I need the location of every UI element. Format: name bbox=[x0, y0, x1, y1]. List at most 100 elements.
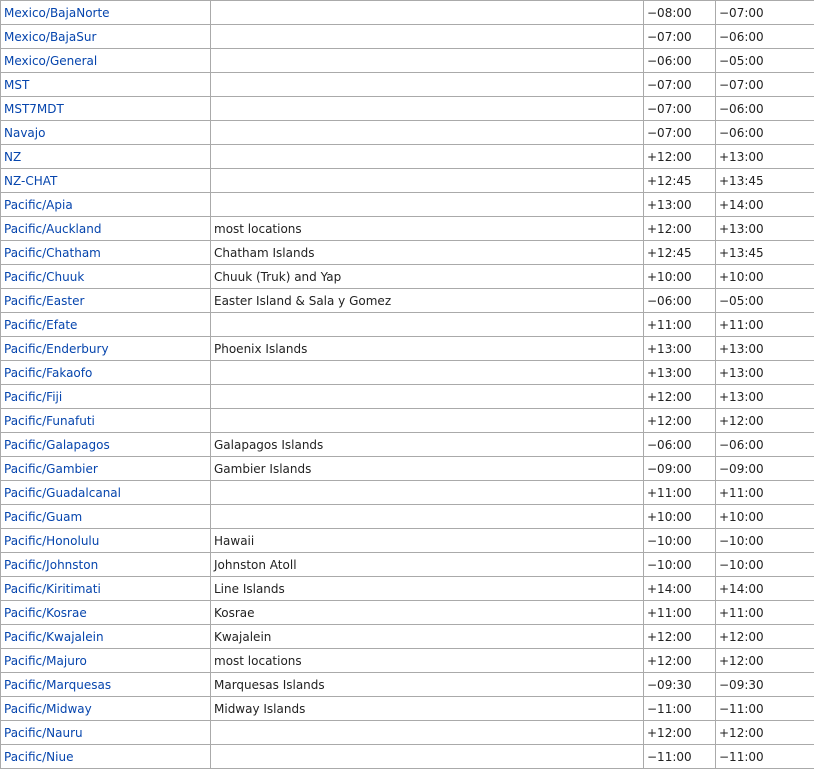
utc-offset-cell: −10:00 bbox=[643, 552, 716, 577]
tz-name-link[interactable]: Pacific/Midway bbox=[4, 702, 92, 716]
table-row: Pacific/Enderbury Phoenix Islands +13:00 +1… bbox=[0, 336, 814, 361]
tz-name-link[interactable]: MST7MDT bbox=[4, 102, 64, 116]
comment-cell: Marquesas Islands bbox=[210, 672, 644, 697]
tz-name-link[interactable]: Mexico/BajaNorte bbox=[4, 6, 110, 20]
tz-name-link[interactable]: MST bbox=[4, 78, 29, 92]
table-row: Pacific/Johnston Johnston Atoll −10:00 −10:… bbox=[0, 552, 814, 577]
tz-name-link[interactable]: Mexico/BajaSur bbox=[4, 30, 96, 44]
tz-name-cell: Pacific/Gambier bbox=[0, 456, 211, 481]
utc-offset-cell: −06:00 bbox=[643, 288, 716, 313]
tz-name-link[interactable]: Pacific/Johnston bbox=[4, 558, 98, 572]
tz-name-link[interactable]: Mexico/General bbox=[4, 54, 97, 68]
tz-name-link[interactable]: Pacific/Guam bbox=[4, 510, 82, 524]
tz-name-cell: Pacific/Galapagos bbox=[0, 432, 211, 457]
dst-offset-cell: +13:00 bbox=[715, 384, 814, 409]
dst-offset-cell: −10:00 bbox=[715, 552, 814, 577]
tz-name-link[interactable]: Pacific/Honolulu bbox=[4, 534, 99, 548]
tz-name-link[interactable]: Pacific/Efate bbox=[4, 318, 77, 332]
tz-name-link[interactable]: Pacific/Easter bbox=[4, 294, 84, 308]
comment-cell: Gambier Islands bbox=[210, 456, 644, 481]
table-row: Pacific/Kwajalein Kwajalein +12:00 +12:00 bbox=[0, 624, 814, 649]
table-row: Pacific/Chatham Chatham Islands +12:45 +13:… bbox=[0, 240, 814, 265]
tz-name-link[interactable]: Pacific/Kiritimati bbox=[4, 582, 101, 596]
comment-cell bbox=[210, 120, 644, 145]
tz-name-cell: Pacific/Marquesas bbox=[0, 672, 211, 697]
table-row: NZ-CHAT +12:45 +13:45 bbox=[0, 168, 814, 193]
table-row: Mexico/BajaNorte −08:00 −07:00 bbox=[0, 0, 814, 25]
tz-name-cell: NZ bbox=[0, 144, 211, 169]
tz-name-cell: Pacific/Nauru bbox=[0, 720, 211, 745]
comment-cell: most locations bbox=[210, 216, 644, 241]
dst-offset-cell: −07:00 bbox=[715, 72, 814, 97]
tz-name-link[interactable]: Pacific/Funafuti bbox=[4, 414, 95, 428]
table-row: Pacific/Kiritimati Line Islands +14:00 +14:… bbox=[0, 576, 814, 601]
comment-cell bbox=[210, 192, 644, 217]
tz-name-link[interactable]: Pacific/Gambier bbox=[4, 462, 98, 476]
tz-name-cell: Pacific/Kwajalein bbox=[0, 624, 211, 649]
tz-name-cell: Pacific/Chatham bbox=[0, 240, 211, 265]
dst-offset-cell: +13:45 bbox=[715, 240, 814, 265]
comment-cell bbox=[210, 744, 644, 769]
utc-offset-cell: +10:00 bbox=[643, 264, 716, 289]
tz-name-link[interactable]: Pacific/Chatham bbox=[4, 246, 101, 260]
tz-name-link[interactable]: Pacific/Niue bbox=[4, 750, 73, 764]
utc-offset-cell: +14:00 bbox=[643, 576, 716, 601]
tz-name-cell: Mexico/BajaSur bbox=[0, 24, 211, 49]
tz-name-link[interactable]: Pacific/Chuuk bbox=[4, 270, 84, 284]
tz-name-link[interactable]: NZ-CHAT bbox=[4, 174, 57, 188]
tz-name-cell: NZ-CHAT bbox=[0, 168, 211, 193]
table-row: Pacific/Majuro most locations +12:00 +12:00 bbox=[0, 648, 814, 673]
tz-name-link[interactable]: Pacific/Marquesas bbox=[4, 678, 111, 692]
utc-offset-cell: +13:00 bbox=[643, 360, 716, 385]
tz-name-link[interactable]: Pacific/Apia bbox=[4, 198, 73, 212]
table-row: Pacific/Galapagos Galapagos Islands −06:00… bbox=[0, 432, 814, 457]
table-row: Pacific/Auckland most locations +12:00 +13:… bbox=[0, 216, 814, 241]
tz-name-link[interactable]: Pacific/Kwajalein bbox=[4, 630, 104, 644]
dst-offset-cell: −11:00 bbox=[715, 744, 814, 769]
tz-name-cell: Pacific/Fakaofo bbox=[0, 360, 211, 385]
tz-name-cell: Pacific/Guadalcanal bbox=[0, 480, 211, 505]
comment-cell bbox=[210, 384, 644, 409]
table-row: NZ +12:00 +13:00 bbox=[0, 144, 814, 169]
utc-offset-cell: −08:00 bbox=[643, 0, 716, 25]
tz-name-link[interactable]: Pacific/Galapagos bbox=[4, 438, 110, 452]
tz-name-link[interactable]: Pacific/Fiji bbox=[4, 390, 62, 404]
dst-offset-cell: −06:00 bbox=[715, 96, 814, 121]
dst-offset-cell: +13:00 bbox=[715, 144, 814, 169]
tz-name-link[interactable]: Pacific/Nauru bbox=[4, 726, 83, 740]
tz-name-link[interactable]: Pacific/Fakaofo bbox=[4, 366, 92, 380]
dst-offset-cell: +13:00 bbox=[715, 360, 814, 385]
dst-offset-cell: −09:30 bbox=[715, 672, 814, 697]
dst-offset-cell: −10:00 bbox=[715, 528, 814, 553]
table-row: Pacific/Chuuk Chuuk (Truk) and Yap +10:00 +… bbox=[0, 264, 814, 289]
tz-name-link[interactable]: Pacific/Auckland bbox=[4, 222, 101, 236]
table-row: Pacific/Apia +13:00 +14:00 bbox=[0, 192, 814, 217]
utc-offset-cell: +12:00 bbox=[643, 720, 716, 745]
table-row: MST −07:00 −07:00 bbox=[0, 72, 814, 97]
table-row: Pacific/Fiji +12:00 +13:00 bbox=[0, 384, 814, 409]
utc-offset-cell: +12:00 bbox=[643, 624, 716, 649]
tz-name-link[interactable]: Pacific/Enderbury bbox=[4, 342, 109, 356]
tz-name-link[interactable]: Pacific/Guadalcanal bbox=[4, 486, 121, 500]
tz-name-link[interactable]: Pacific/Kosrae bbox=[4, 606, 87, 620]
table-row: Pacific/Guadalcanal +11:00 +11:00 bbox=[0, 480, 814, 505]
comment-cell: Kosrae bbox=[210, 600, 644, 625]
tz-name-cell: Mexico/General bbox=[0, 48, 211, 73]
comment-cell bbox=[210, 72, 644, 97]
utc-offset-cell: +13:00 bbox=[643, 192, 716, 217]
comment-cell bbox=[210, 408, 644, 433]
comment-cell bbox=[210, 144, 644, 169]
tz-name-link[interactable]: Pacific/Majuro bbox=[4, 654, 87, 668]
table-row: Pacific/Efate +11:00 +11:00 bbox=[0, 312, 814, 337]
comment-cell bbox=[210, 96, 644, 121]
table-row: Mexico/BajaSur −07:00 −06:00 bbox=[0, 24, 814, 49]
utc-offset-cell: −07:00 bbox=[643, 24, 716, 49]
utc-offset-cell: −09:30 bbox=[643, 672, 716, 697]
tz-name-link[interactable]: Navajo bbox=[4, 126, 45, 140]
tz-name-cell: Pacific/Efate bbox=[0, 312, 211, 337]
dst-offset-cell: −09:00 bbox=[715, 456, 814, 481]
tz-name-cell: Pacific/Majuro bbox=[0, 648, 211, 673]
dst-offset-cell: +14:00 bbox=[715, 192, 814, 217]
utc-offset-cell: +11:00 bbox=[643, 600, 716, 625]
tz-name-link[interactable]: NZ bbox=[4, 150, 21, 164]
